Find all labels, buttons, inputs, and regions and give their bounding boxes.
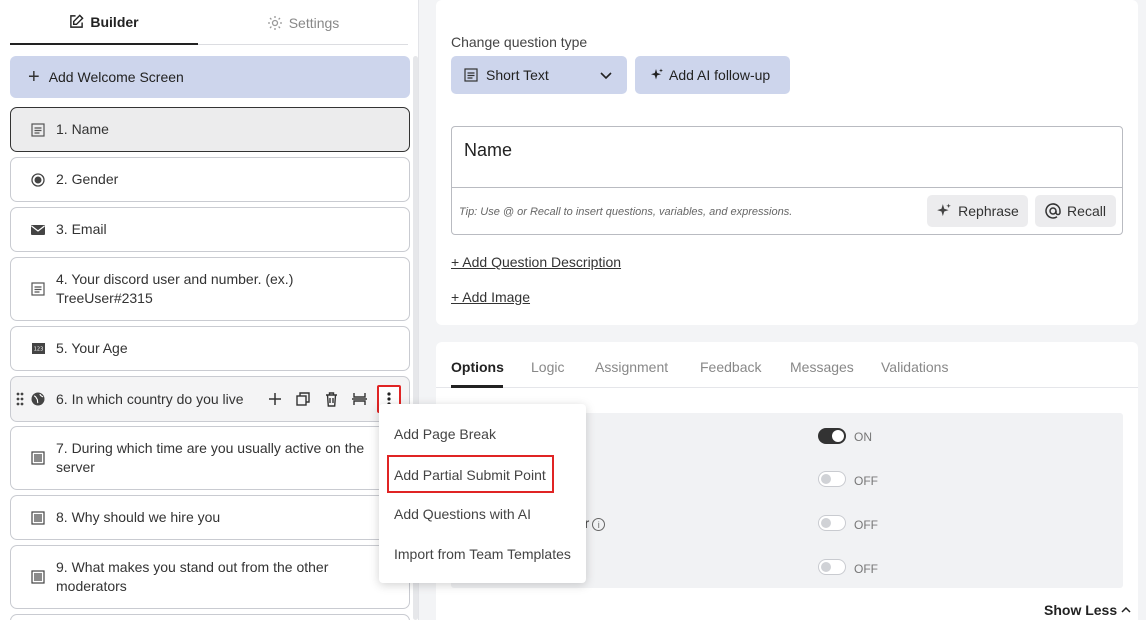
svg-text:123: 123 (33, 347, 43, 353)
divider (452, 187, 1122, 188)
question-label-line2: server (56, 459, 95, 475)
options-tabs: Options Logic Assignment Feedback Messag… (436, 342, 1138, 388)
recall-label: Recall (1067, 203, 1106, 219)
question-label: 5. Your Age (56, 340, 128, 356)
recall-button[interactable]: Recall (1035, 195, 1116, 227)
menu-item-add-partial-submit-point[interactable]: Add Partial Submit Point (387, 455, 554, 493)
rephrase-label: Rephrase (958, 203, 1019, 219)
question-label: 1. Name (56, 121, 109, 137)
question-item-6[interactable]: 6. In which country do you live (10, 376, 410, 422)
short-text-icon (31, 282, 45, 296)
welcome-label: Add Welcome Screen (48, 69, 184, 85)
add-icon[interactable] (265, 389, 285, 409)
tab-settings-label: Settings (288, 14, 340, 31)
short-text-icon (31, 122, 45, 137)
info-icon[interactable]: i (592, 517, 606, 531)
tab-settings[interactable]: Settings (198, 0, 408, 45)
question-label: 7. During which time are you usually act… (56, 440, 365, 456)
show-less-button[interactable]: Show Less (1044, 602, 1131, 618)
question-item-9[interactable]: 9. What makes you stand out from the oth… (10, 545, 410, 609)
add-ai-followup-button[interactable]: Add AI follow-up (635, 56, 790, 94)
menu-item-add-page-break[interactable]: Add Page Break (394, 424, 496, 444)
toggle-switch[interactable] (818, 471, 846, 487)
sparkle-icon (937, 203, 951, 217)
tab-validations[interactable]: Validations (881, 359, 948, 375)
question-item-7[interactable]: 7. During which time are you usually act… (10, 426, 410, 490)
question-item-4[interactable]: 4. Your discord user and number. (ex.) T… (10, 257, 410, 321)
tab-assignment[interactable]: Assignment (595, 359, 668, 375)
tab-options[interactable]: Options (451, 359, 504, 375)
plus-icon: + (28, 66, 40, 88)
page-break-icon[interactable] (349, 389, 369, 409)
show-less-label: Show Less (1044, 602, 1118, 618)
chevron-up-icon (1121, 606, 1131, 613)
question-editor-card: Change question type Short Text Add AI f… (436, 0, 1138, 325)
toggle-switch[interactable] (818, 428, 846, 444)
toggle-switch[interactable] (818, 559, 846, 575)
question-label: 9. What makes you stand out from the oth… (56, 559, 329, 575)
tab-builder-label: Builder (90, 13, 139, 30)
toggle-state: OFF (854, 562, 878, 576)
add-question-description-link[interactable]: + Add Question Description (451, 254, 621, 270)
question-label-line2: moderators (56, 578, 127, 594)
rephrase-button[interactable]: Rephrase (927, 195, 1028, 227)
ai-followup-label: Add AI follow-up (669, 67, 771, 83)
builder-sidebar: Builder Settings + Add Welcome Screen 1.… (0, 0, 419, 620)
question-type-select[interactable]: Short Text (451, 56, 627, 94)
envelope-icon (31, 223, 45, 237)
tab-messages[interactable]: Messages (790, 359, 854, 375)
short-text-icon (464, 68, 478, 82)
tab-builder[interactable]: Builder (10, 0, 198, 45)
recall-tip: Tip: Use @ or Recall to insert questions… (459, 206, 793, 218)
long-text-icon (31, 510, 45, 525)
toggle-state: OFF (854, 474, 878, 488)
change-type-label: Change question type (451, 34, 588, 50)
tab-feedback[interactable]: Feedback (700, 359, 761, 375)
at-sign-icon (1045, 203, 1061, 219)
gear-icon (267, 15, 282, 30)
question-item-8[interactable]: 8. Why should we hire you (10, 495, 410, 540)
question-title-input[interactable]: Name (464, 140, 512, 161)
sparkle-icon (651, 68, 663, 80)
number-icon: 123 (31, 342, 45, 356)
add-image-link[interactable]: + Add Image (451, 289, 530, 305)
question-more-menu: Add Page Break Add Partial Submit Point … (379, 404, 586, 583)
edit-icon (70, 14, 84, 28)
menu-item-import-team-templates[interactable]: Import from Team Templates (394, 544, 571, 564)
chevron-down-icon (600, 72, 612, 80)
question-label-block: 4. Your discord user and number. (ex.) T… (56, 270, 293, 308)
menu-item-add-questions-with-ai[interactable]: Add Questions with AI (394, 504, 531, 524)
globe-icon (31, 392, 45, 406)
trash-icon[interactable] (321, 389, 341, 409)
question-label: 4. Your discord user and number. (ex.) (56, 271, 294, 287)
long-text-icon (31, 451, 45, 465)
question-item-2[interactable]: 2. Gender (10, 157, 410, 202)
question-item-3[interactable]: 3. Email (10, 207, 410, 252)
question-label: 6. In which country do you live (56, 390, 244, 407)
question-title-editor[interactable]: Name Tip: Use @ or Recall to insert ques… (451, 126, 1123, 235)
question-type-value: Short Text (486, 67, 549, 83)
long-text-icon (31, 570, 45, 584)
question-label-block: 9. What makes you stand out from the oth… (56, 558, 328, 596)
question-label: 3. Email (56, 221, 107, 237)
question-item-10[interactable] (10, 614, 410, 620)
radio-icon (31, 172, 45, 187)
add-welcome-screen-button[interactable]: + Add Welcome Screen (10, 56, 410, 98)
drag-handle-icon[interactable] (16, 392, 24, 409)
question-item-1[interactable]: 1. Name (10, 107, 410, 152)
toggle-switch[interactable] (818, 515, 846, 531)
tab-logic[interactable]: Logic (531, 359, 564, 375)
question-label: 2. Gender (56, 171, 119, 187)
active-tab-indicator (451, 385, 503, 388)
question-item-5[interactable]: 123 5. Your Age (10, 326, 410, 371)
sidebar-tabs: Builder Settings (10, 0, 408, 45)
toggle-state: ON (854, 430, 872, 444)
question-label-block: 7. During which time are you usually act… (56, 439, 364, 477)
question-label: 8. Why should we hire you (56, 509, 221, 525)
duplicate-icon[interactable] (293, 389, 313, 409)
toggle-state: OFF (854, 518, 878, 532)
question-label-line2: TreeUser#2315 (56, 290, 153, 306)
